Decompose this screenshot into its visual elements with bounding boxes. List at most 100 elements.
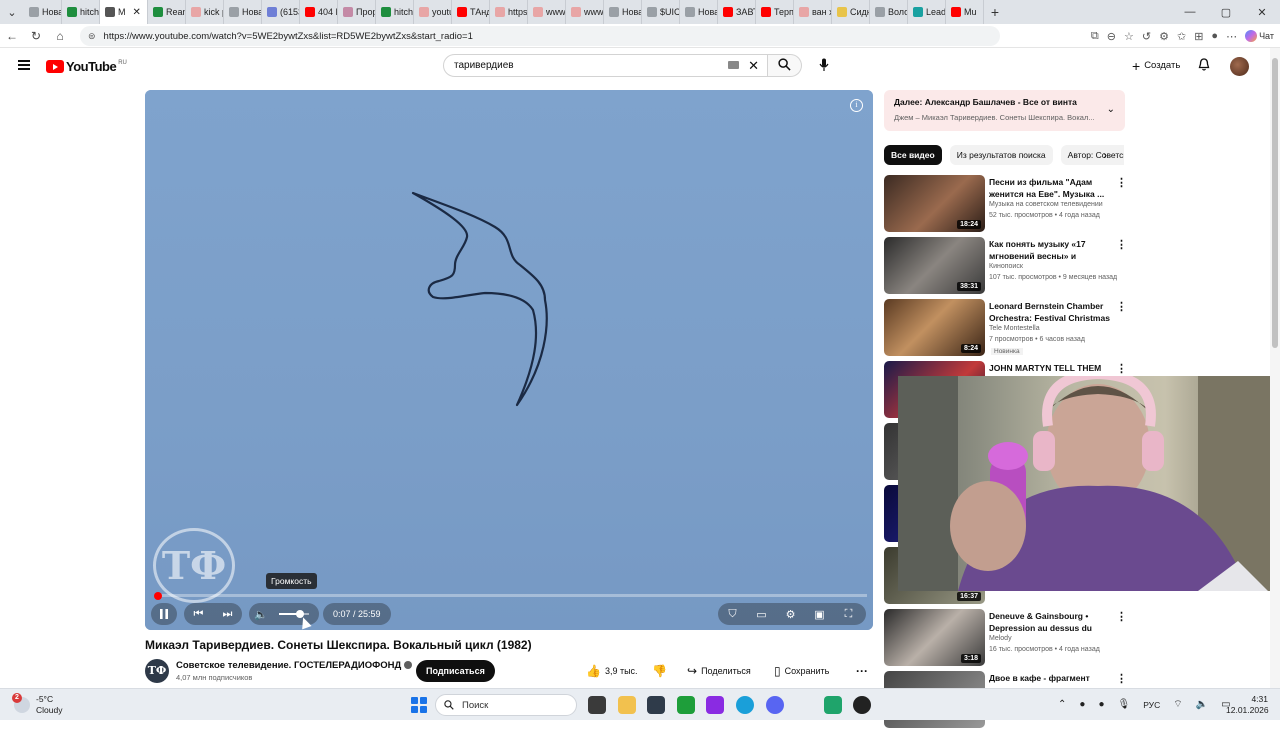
close-tab-icon[interactable]: ✕ [133,7,141,18]
browser-tab[interactable]: (6153) [262,0,300,24]
xbox-icon[interactable] [677,696,695,714]
browser-tab[interactable]: ван хе [794,0,832,24]
close-window-icon[interactable]: ✕ [1244,6,1280,19]
microphone-tray-icon[interactable]: 🎙 [1117,699,1130,710]
browser-tab[interactable]: $UICII [642,0,680,24]
collections-icon[interactable]: ⊞ [1194,30,1203,43]
browser-tab[interactable]: Новая [604,0,642,24]
profile-icon[interactable]: ● [1211,30,1218,42]
app-available-icon[interactable]: ⧉ [1091,30,1099,43]
more-icon[interactable]: ⋯ [1226,30,1237,43]
like-button[interactable]: 👍 3,9 тыс. [586,661,638,681]
favorites-icon[interactable]: ✩ [1177,30,1186,43]
volume-tray-icon[interactable]: 🔈 [1196,699,1208,710]
more-actions-icon[interactable]: ··· [856,661,868,681]
progress-bar[interactable] [154,591,867,600]
wifi-icon[interactable]: ⌔ [1173,698,1182,711]
share-button[interactable]: ↪ Поделиться [687,661,751,681]
video-thumbnail[interactable]: 18:24 [884,175,985,232]
save-button[interactable]: ▯ Сохранить [774,661,829,681]
browser-tab[interactable]: ЗАВТР [718,0,756,24]
video-thumbnail[interactable]: 8:24 [884,299,985,356]
browser-tab[interactable]: Reanim [148,0,186,24]
chevron-down-icon[interactable]: ⌄ [1107,104,1115,115]
dislike-button[interactable]: 👎 [652,661,667,681]
voice-search-button[interactable] [812,54,836,77]
maximize-icon[interactable]: ▢ [1208,6,1244,19]
tray-overflow-icon[interactable]: ⌃ [1058,699,1066,710]
fullscreen-icon[interactable]: ⛶ [834,608,863,621]
recommendation-item[interactable]: 18:24 Песни из фильма "Адам женится на Ев… [884,175,1129,233]
browser-tab[interactable]: ТАнде [452,0,490,24]
browser-tab[interactable]: kick pc [186,0,224,24]
channel-avatar[interactable]: ТФ [145,659,169,683]
browser-tab[interactable]: Волод [870,0,908,24]
browser-tab[interactable]: youtub [414,0,452,24]
pause-button[interactable] [151,603,177,625]
recording-app-icon[interactable] [706,696,724,714]
weather-widget[interactable]: 2 -5°C Cloudy [12,693,62,716]
tab-actions-icon[interactable]: ⌄ [0,6,24,19]
recommendation-item[interactable]: 8:24 Leonard Bernstein Chamber Orchestra:… [884,299,1129,357]
subscribe-button[interactable]: Подписаться [416,660,495,682]
clear-search-icon[interactable]: ✕ [748,58,759,74]
task-view-icon[interactable] [588,696,606,714]
video-player[interactable]: i ТФ Громкость ⏮ ⏭ 🔈 0:07 / 25:59 ⛉ ▭ ⚙ … [145,90,873,630]
chip-from-search[interactable]: Из результатов поиска [949,145,1053,165]
new-tab-button[interactable]: + [984,4,1006,20]
chip-all-videos[interactable]: Все видео [884,145,942,165]
playlist-next-panel[interactable]: Далее: Александр Башлачев - Все от винта… [884,90,1125,131]
browser-tab[interactable]: hitchh [376,0,414,24]
theater-mode-icon[interactable]: ▣ [805,608,834,621]
zoom-icon[interactable]: ⊖ [1107,30,1116,43]
volume-icon[interactable]: 🔈 [249,608,273,621]
home-icon[interactable]: ⌂ [48,29,72,43]
browser-tab[interactable]: М ✕ [100,0,148,24]
page-scrollbar[interactable] [1270,48,1280,688]
notifications-bell-icon[interactable] [1198,58,1210,74]
terminal-icon[interactable] [647,696,665,714]
browser-tab[interactable]: www.y [566,0,604,24]
system-clock[interactable]: 4:31 12.01.2026 [1226,694,1269,716]
more-options-icon[interactable]: ⋮ [1116,238,1127,251]
site-info-icon[interactable]: ⊜ [88,31,96,42]
search-button[interactable] [768,54,802,77]
windows-start-icon[interactable] [411,697,427,713]
progress-scrubber[interactable] [154,591,163,600]
browser-tab[interactable]: www.y [528,0,566,24]
browser-tab[interactable]: Leadn [908,0,946,24]
recommendation-item[interactable]: 38:31 Как понять музыку «17 мгновений вес… [884,237,1129,295]
video-thumbnail[interactable]: 3:18 [884,609,985,666]
browser-tab[interactable]: Новая [680,0,718,24]
edge-browser-icon[interactable] [736,696,754,714]
more-options-icon[interactable]: ⋮ [1116,362,1127,375]
address-bar[interactable]: ⊜ https://www.youtube.com/watch?v=5WE2by… [80,26,1000,46]
create-button[interactable]: + Создать [1124,54,1188,77]
settings-gear-icon[interactable]: ⚙ [776,608,805,621]
browser-tab[interactable]: Mu [946,0,984,24]
youtube-logo[interactable]: YouTube RU [46,59,127,74]
subtitles-icon[interactable]: ▭ [747,608,776,621]
browser-tab[interactable]: Пророс [338,0,376,24]
keyboard-icon[interactable] [728,61,739,69]
next-icon[interactable]: ⏭ [213,608,242,621]
shield-icon[interactable]: ⛉ [718,608,747,621]
tray-app-icon-2[interactable]: ● [1098,699,1104,710]
taskbar-search[interactable]: Поиск [435,694,577,716]
browser-tab[interactable]: hitchh [62,0,100,24]
app-icon[interactable] [824,696,842,714]
browser-tab[interactable]: Новая [224,0,262,24]
chip-by-author[interactable]: Автор: Советское телевидение [1060,145,1124,165]
scrollbar-thumb[interactable] [1272,58,1278,348]
browser-tab[interactable]: Сидни [832,0,870,24]
reload-icon[interactable]: ↻ [24,29,48,43]
more-options-icon[interactable]: ⋮ [1116,672,1127,685]
browser-tab[interactable]: Терпи [756,0,794,24]
discord-icon[interactable] [766,696,784,714]
more-options-icon[interactable]: ⋮ [1116,610,1127,623]
extensions-icon[interactable]: ⚙ [1159,30,1169,43]
browser-tab[interactable]: Новая [24,0,62,24]
back-icon[interactable]: ← [0,29,24,43]
channel-name[interactable]: Советское телевидение. ГОСТЕЛЕРАДИОФОНД [176,660,413,671]
copilot-button[interactable]: Чат [1245,30,1274,42]
